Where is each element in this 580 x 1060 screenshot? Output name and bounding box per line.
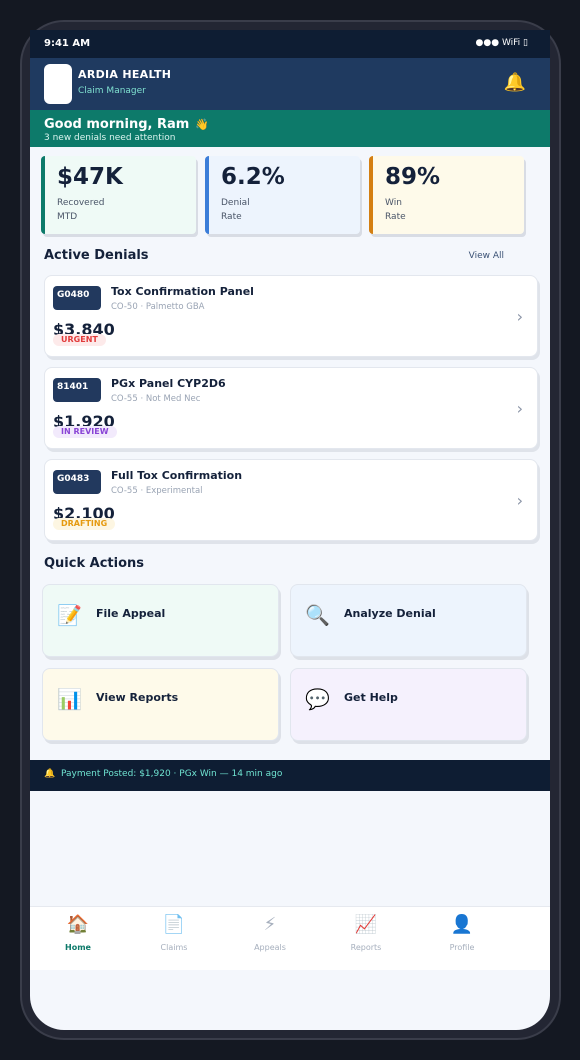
app-header: ARDIA HEALTH Claim Manager 🔔	[30, 58, 550, 110]
greeting-title: Good morning, Ram 👋	[44, 117, 209, 132]
quick-action-get-help[interactable]: 💬 Get Help	[290, 668, 527, 741]
denial-title: PGx Panel CYP2D6	[111, 377, 226, 390]
status-badge: DRAFTING	[53, 518, 116, 530]
status-badge: IN REVIEW	[53, 426, 117, 438]
quick-action-label: Get Help	[344, 691, 398, 704]
status-indicators: ●●● WiFi ▯	[475, 38, 528, 48]
stat-value: 6.2%	[221, 164, 285, 190]
payment-ticker[interactable]: 🔔 Payment Posted: $1,920 · PGx Win — 14 …	[30, 760, 550, 791]
procedure-code: G0480	[53, 286, 101, 310]
home-tab-icon: 🏠	[66, 914, 90, 935]
bell-icon[interactable]: 🔔	[502, 72, 528, 96]
brand-subtitle: Claim Manager	[78, 86, 146, 96]
stat-value: 89%	[385, 164, 441, 190]
tab-reports[interactable]: 📈 Reports	[331, 913, 401, 952]
greeting-text: Good morning, Ram	[44, 117, 190, 132]
quick-action-icon: 📝	[57, 603, 82, 627]
tab-profile[interactable]: 👤 Profile	[427, 913, 497, 952]
stat-label: Denial Rate	[221, 198, 250, 222]
tab-claims[interactable]: 📄 Claims	[139, 913, 209, 952]
chevron-right-icon: ›	[516, 399, 523, 418]
stat-card: 6.2% Denial Rate	[205, 156, 360, 234]
quick-action-label: Analyze Denial	[344, 607, 436, 620]
quick-action-label: File Appeal	[96, 607, 166, 620]
procedure-code: G0483	[53, 470, 101, 494]
tab-appeals[interactable]: ⚡ Appeals	[235, 913, 305, 952]
quick-action-icon: 🔍	[305, 603, 330, 627]
view-all-link[interactable]: View All	[469, 251, 504, 261]
bell-icon: 🔔	[44, 769, 56, 779]
appeals-tab-icon: ⚡	[263, 914, 277, 935]
wave-icon: 👋	[195, 118, 210, 131]
status-time: 9:41 AM	[44, 38, 91, 49]
status-bar: 9:41 AM ●●● WiFi ▯	[30, 30, 550, 58]
denial-subtitle: CO-55 · Experimental	[111, 486, 203, 496]
stat-label: Win Rate	[385, 198, 406, 222]
stat-value: $47K	[57, 164, 123, 190]
denial-title: Full Tox Confirmation	[111, 469, 243, 482]
reports-tab-icon: 📈	[354, 914, 378, 935]
greeting-subtitle: 3 new denials need attention	[44, 133, 176, 143]
greeting-banner: Good morning, Ram 👋 3 new denials need at…	[30, 110, 550, 147]
tab-label: Profile	[449, 943, 475, 952]
denial-title: Tox Confirmation Panel	[111, 285, 254, 298]
app-screen: 9:41 AM ●●● WiFi ▯ ARDIA HEALTH Claim Ma…	[30, 30, 550, 1030]
app-logo	[44, 64, 72, 104]
ticker-text: Payment Posted: $1,920 · PGx Win — 14 mi…	[60, 769, 283, 779]
quick-actions-title: Quick Actions	[44, 556, 145, 571]
quick-action-icon: 📊	[57, 687, 82, 711]
tab-label: Home	[65, 943, 91, 952]
denial-subtitle: CO-50 · Palmetto GBA	[111, 302, 205, 312]
chevron-right-icon: ›	[516, 307, 523, 326]
procedure-code: 81401	[53, 378, 101, 402]
quick-action-view-reports[interactable]: 📊 View Reports	[42, 668, 279, 741]
denial-subtitle: CO-55 · Not Med Nec	[111, 394, 201, 404]
quick-action-icon: 💬	[305, 687, 330, 711]
chevron-right-icon: ›	[516, 491, 523, 510]
tab-label: Claims	[160, 943, 188, 952]
status-badge: URGENT	[53, 334, 106, 346]
active-denials-title: Active Denials	[44, 248, 149, 263]
profile-tab-icon: 👤	[450, 914, 474, 935]
brand-name: ARDIA HEALTH	[78, 68, 172, 81]
tab-label: Reports	[350, 943, 382, 952]
tab-home[interactable]: 🏠 Home	[43, 913, 113, 952]
bottom-tab-bar: 🏠 Home 📄 Claims ⚡ Appeals 📈 Reports 👤 Profile	[30, 906, 550, 970]
quick-action-analyze-denial[interactable]: 🔍 Analyze Denial	[290, 584, 527, 657]
tab-label: Appeals	[254, 943, 286, 952]
quick-action-label: View Reports	[96, 691, 179, 704]
stat-card: $47K Recovered MTD	[41, 156, 196, 234]
quick-action-file-appeal[interactable]: 📝 File Appeal	[42, 584, 279, 657]
denial-card[interactable]: G0483 Full Tox Confirmation CO-55 · Experi…	[44, 459, 538, 541]
stat-label: Recovered MTD	[57, 198, 105, 222]
claims-tab-icon: 📄	[162, 914, 186, 935]
denial-card[interactable]: G0480 Tox Confirmation Panel CO-50 · Palme…	[44, 275, 538, 357]
stat-card: 89% Win Rate	[369, 156, 524, 234]
denial-card[interactable]: 81401 PGx Panel CYP2D6 CO-55 · Not Med Nec…	[44, 367, 538, 449]
